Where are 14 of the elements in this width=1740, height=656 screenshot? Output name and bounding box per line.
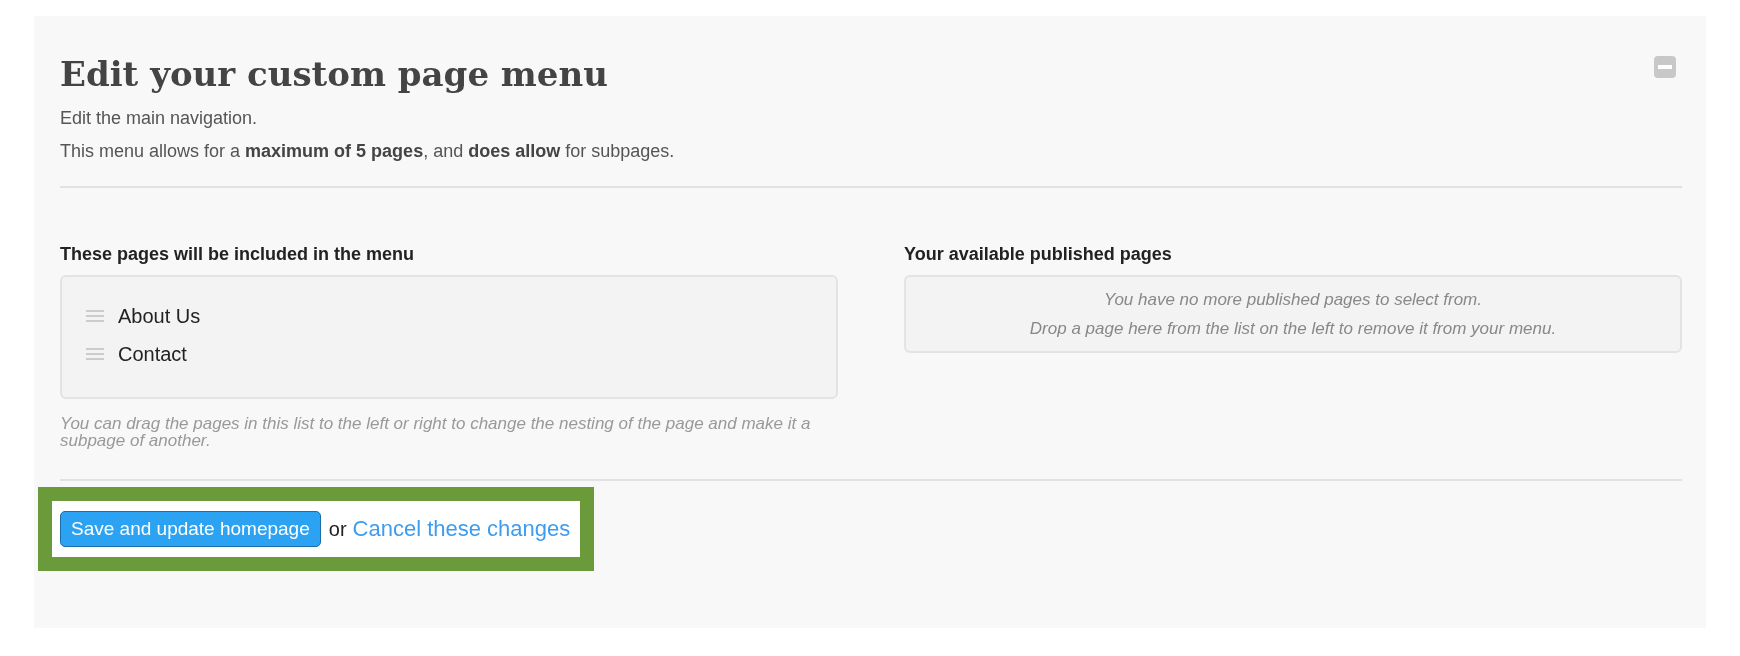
help-text: You can drag the pages in this list to the left or right to change the nesting of the page and make it a subpage of another. xyxy=(60,415,812,449)
page-title: Edit your custom page menu xyxy=(60,54,608,94)
section-heading: Your available published pages xyxy=(904,244,1173,265)
drag-handle-icon[interactable] xyxy=(86,347,104,361)
menu-item[interactable]: Contact xyxy=(118,342,187,366)
menu-item[interactable]: About Us xyxy=(118,304,201,328)
empty-message: Drop a page here from the list on the left to remove it from your menu. xyxy=(1028,318,1558,340)
empty-message: You have no more published pages to select from. xyxy=(1103,289,1483,311)
collapse-icon[interactable] xyxy=(1654,56,1676,78)
section-heading: These pages will be included in the menu xyxy=(60,244,416,265)
drag-handle-icon[interactable] xyxy=(86,309,104,323)
intro-text: Edit the main navigation. xyxy=(60,108,259,129)
intro-text: This menu allows for a maximum of 5 pages, and does allow for subpages. xyxy=(60,141,676,162)
separator-text: or xyxy=(328,517,347,541)
